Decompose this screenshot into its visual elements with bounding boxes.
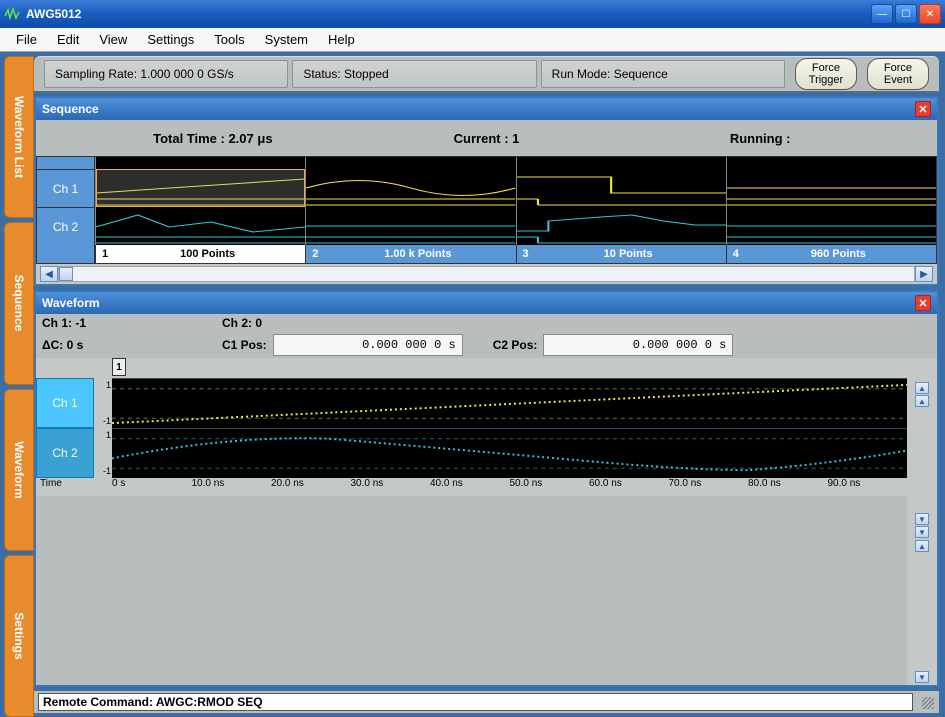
seq-running: Running : bbox=[623, 131, 897, 146]
menu-system[interactable]: System bbox=[255, 30, 318, 49]
maximize-button[interactable]: ☐ bbox=[895, 4, 917, 24]
menu-view[interactable]: View bbox=[89, 30, 137, 49]
menu-edit[interactable]: Edit bbox=[47, 30, 89, 49]
waveform-close-button[interactable]: ✕ bbox=[915, 295, 931, 311]
seq-row-ch1[interactable]: Ch 1 bbox=[37, 169, 936, 207]
time-label: Time bbox=[36, 478, 94, 496]
ch1-zoom-in-icon[interactable]: ▲ bbox=[915, 382, 929, 394]
run-mode-display[interactable]: Run Mode: Sequence bbox=[541, 60, 785, 88]
ch1-down-icon[interactable]: ▼ bbox=[915, 513, 929, 525]
tab-waveform[interactable]: Waveform bbox=[4, 389, 34, 551]
wf-track-ch1[interactable]: Ch 1 1-1 bbox=[36, 378, 907, 428]
cursor-marker-1[interactable]: 1 bbox=[112, 358, 126, 376]
waveform-panel: Waveform ✕ Ch 1: -1 Ch 2: 0 ΔC: 0 s C1 P… bbox=[34, 290, 939, 687]
wf-ch2-val: Ch 2: 0 bbox=[222, 316, 262, 330]
scroll-right-icon[interactable]: ▶ bbox=[915, 266, 933, 282]
seq-cell-3[interactable]: 310 Points bbox=[516, 245, 726, 263]
sequence-close-button[interactable]: ✕ bbox=[915, 101, 931, 117]
minimize-button[interactable]: — bbox=[871, 4, 893, 24]
wf-ch2-label: Ch 2 bbox=[36, 428, 94, 478]
ch2-up-icon[interactable]: ▲ bbox=[915, 540, 929, 552]
wf-ch1-label: Ch 1 bbox=[36, 378, 94, 428]
c1pos-label: C1 Pos: bbox=[222, 338, 267, 352]
side-tabs: Waveform List Sequence Waveform Settings bbox=[0, 52, 34, 717]
window-title: AWG5012 bbox=[26, 7, 871, 21]
time-axis: Time 0 s 10.0 ns 20.0 ns 30.0 ns 40.0 ns… bbox=[36, 478, 907, 496]
seq-cell-2[interactable]: 21.00 k Points bbox=[305, 245, 515, 263]
wf-ch1-val: Ch 1: -1 bbox=[42, 316, 86, 330]
ch2-down-icon[interactable]: ▼ bbox=[915, 671, 929, 683]
cursor-ruler[interactable]: 1 bbox=[36, 358, 907, 378]
sequence-title: Sequence bbox=[42, 102, 99, 116]
close-button[interactable]: ✕ bbox=[919, 4, 941, 24]
resize-grip-icon[interactable] bbox=[919, 694, 935, 710]
sequence-table: Ch 1 Ch 2 bbox=[36, 156, 937, 264]
sequence-panel: Sequence ✕ Total Time : 2.07 μs Current … bbox=[34, 96, 939, 286]
seq-cell-4[interactable]: 4960 Points bbox=[726, 245, 936, 263]
sampling-rate-display[interactable]: Sampling Rate: 1.000 000 0 GS/s bbox=[44, 60, 288, 88]
tab-waveform-list[interactable]: Waveform List bbox=[4, 56, 34, 218]
scroll-left-icon[interactable]: ◀ bbox=[40, 266, 58, 282]
wf-track-ch2[interactable]: Ch 2 1-1 bbox=[36, 428, 907, 478]
ch1-zoom-out-icon[interactable]: ▼ bbox=[915, 526, 929, 538]
force-event-button[interactable]: Force Event bbox=[867, 58, 929, 90]
waveform-vscrolls: ▲ ▲ ▼ ▼ ▲ ▼ bbox=[907, 358, 937, 685]
ch1-up-icon[interactable]: ▲ bbox=[915, 395, 929, 407]
seq-ch2-label: Ch 2 bbox=[37, 207, 95, 245]
title-bar: AWG5012 — ☐ ✕ bbox=[0, 0, 945, 28]
menu-help[interactable]: Help bbox=[318, 30, 365, 49]
seq-current: Current : 1 bbox=[350, 131, 624, 146]
remote-command-bar: Remote Command: AWGC:RMOD SEQ bbox=[34, 691, 939, 713]
waveform-title: Waveform bbox=[42, 296, 100, 310]
seq-total-time: Total Time : 2.07 μs bbox=[76, 131, 350, 146]
seq-row-ch2[interactable]: Ch 2 bbox=[37, 207, 936, 245]
wf-deltac: ΔC: 0 s bbox=[42, 338, 83, 352]
c2pos-input[interactable]: 0.000 000 0 s bbox=[543, 334, 733, 356]
remote-command-field[interactable]: Remote Command: AWGC:RMOD SEQ bbox=[38, 693, 913, 711]
force-trigger-button[interactable]: Force Trigger bbox=[795, 58, 857, 90]
menu-settings[interactable]: Settings bbox=[137, 30, 204, 49]
menu-tools[interactable]: Tools bbox=[204, 30, 254, 49]
status-toolbar: Sampling Rate: 1.000 000 0 GS/s Status: … bbox=[34, 56, 939, 92]
menu-file[interactable]: File bbox=[6, 30, 47, 49]
menu-bar: File Edit View Settings Tools System Hel… bbox=[0, 28, 945, 52]
tab-settings[interactable]: Settings bbox=[4, 555, 34, 717]
c1pos-input[interactable]: 0.000 000 0 s bbox=[273, 334, 463, 356]
sequence-hscroll[interactable]: ◀ ▶ bbox=[36, 264, 937, 284]
tab-sequence[interactable]: Sequence bbox=[4, 222, 34, 384]
status-display: Status: Stopped bbox=[292, 60, 536, 88]
seq-cell-1[interactable]: 1100 Points bbox=[95, 245, 305, 263]
seq-ch1-label: Ch 1 bbox=[37, 169, 95, 207]
app-icon bbox=[4, 6, 20, 22]
c2pos-label: C2 Pos: bbox=[493, 338, 538, 352]
